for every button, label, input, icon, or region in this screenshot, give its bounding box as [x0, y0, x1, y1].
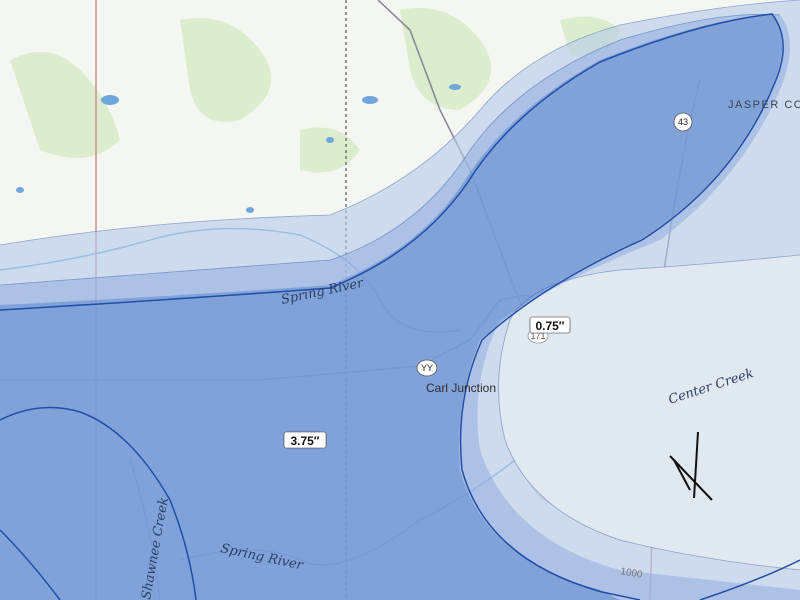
town-label-carl-junction: Carl Junction	[426, 381, 496, 395]
svg-text:43: 43	[678, 117, 688, 127]
map-view[interactable]: JASPER CO Spring River Spring River Cent…	[0, 0, 800, 600]
svg-text:0.75″: 0.75″	[535, 319, 564, 333]
county-label: JASPER CO	[728, 99, 800, 111]
value-label-upper: 0.75″	[529, 316, 571, 334]
svg-text:YY: YY	[421, 363, 433, 373]
map-canvas[interactable]: JASPER CO Spring River Spring River Cent…	[0, 0, 800, 600]
route-shield-yy: YY	[416, 359, 438, 377]
route-shield-43: 43	[673, 112, 693, 132]
svg-text:3.75″: 3.75″	[290, 434, 319, 448]
value-label-lower: 3.75″	[283, 431, 327, 449]
